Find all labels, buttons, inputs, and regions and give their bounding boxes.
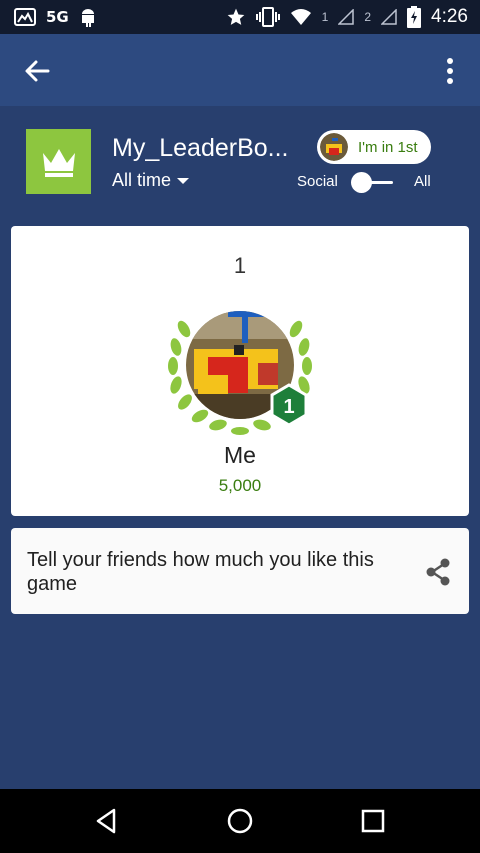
crown-icon: [42, 148, 75, 177]
battery-charging-icon: [407, 6, 422, 28]
vibrate-icon: [255, 7, 280, 27]
android-icon: [81, 9, 94, 27]
clock: 4:26: [431, 6, 468, 27]
home-circle-icon[interactable]: [225, 806, 255, 836]
toggle-all-label: All: [414, 173, 431, 190]
leaderboard-header: My_LeaderBo... All time I'm in 1st Socia…: [0, 106, 480, 226]
navigation-bar: [0, 789, 480, 853]
sim2-label: 2: [364, 10, 372, 24]
share-icon[interactable]: [423, 557, 453, 587]
toggle-thumb: [351, 172, 372, 193]
my-rank-pill[interactable]: I'm in 1st: [317, 130, 431, 164]
player-avatar-small: [320, 133, 348, 161]
player-score: 5,000: [218, 476, 262, 495]
sim1-label: 1: [321, 10, 329, 24]
star-icon: [227, 8, 244, 25]
rank-badge: 1: [270, 383, 308, 427]
time-filter-label: All time: [112, 170, 172, 190]
back-triangle-icon[interactable]: [92, 806, 122, 836]
recents-square-icon[interactable]: [358, 806, 388, 836]
signal-icon: [338, 9, 355, 25]
caret-down-icon: [177, 177, 190, 184]
arrow-back-icon[interactable]: [22, 56, 52, 86]
player-avatar-with-laurel: 1: [168, 299, 312, 439]
more-vert-icon[interactable]: [440, 56, 460, 86]
rank-badge-number: 1: [283, 396, 294, 418]
my-rank-label: I'm in 1st: [358, 138, 418, 156]
leaderboard-title: My_LeaderBo...: [112, 134, 289, 162]
share-card[interactable]: Tell your friends how much you like this…: [11, 528, 469, 614]
share-prompt-text: Tell your friends how much you like this…: [27, 549, 374, 595]
carrier-5g-label: 5G: [46, 8, 69, 26]
app-bar: [0, 34, 480, 106]
time-filter-dropdown[interactable]: All time: [112, 170, 190, 191]
social-all-toggle[interactable]: [351, 172, 395, 194]
game-icon: [26, 129, 91, 194]
player-rank-card[interactable]: 1 1 Me 5,000: [11, 226, 469, 516]
status-bar: 5G 1 2 4:26: [0, 0, 480, 34]
player-name: Me: [224, 442, 256, 468]
toggle-social-label: Social: [297, 173, 338, 190]
laurel-wreath-icon: 1: [168, 311, 312, 435]
gallery-icon: [14, 8, 36, 26]
signal-icon: [381, 9, 397, 25]
wifi-icon: [290, 9, 311, 25]
rank-number: 1: [233, 253, 247, 278]
